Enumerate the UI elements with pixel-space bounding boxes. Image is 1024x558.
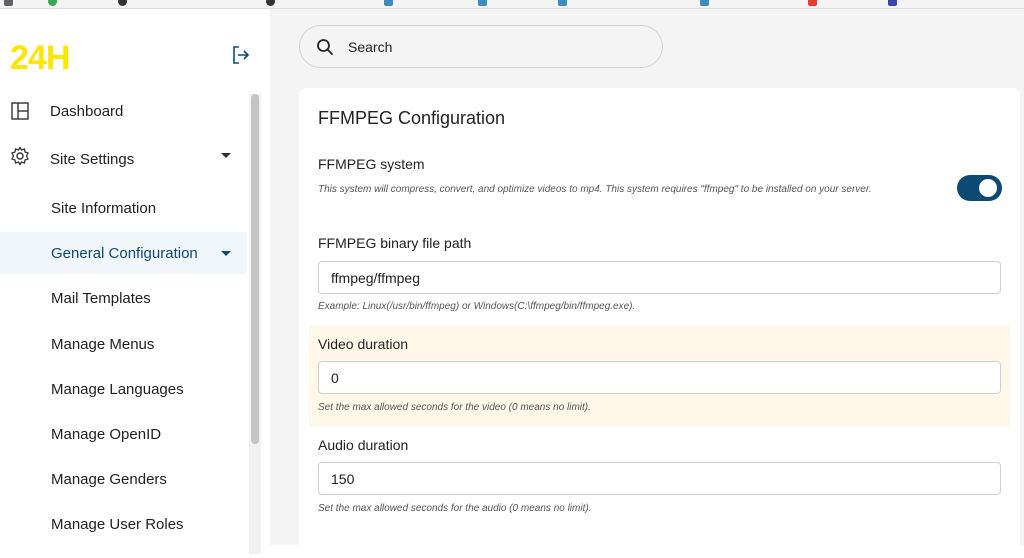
binary-path-label: FFMPEG binary file path [318,235,472,251]
bookmark-icon[interactable] [266,0,275,6]
browser-bookmark-bar [0,0,1024,9]
sidebar-scrollbar-thumb[interactable] [251,94,259,444]
sidebar-item-label: Manage Genders [51,471,167,488]
bookmark-icon[interactable] [700,0,709,6]
sidebar-item-site-settings[interactable]: Site Settings [0,134,247,184]
ffmpeg-system-help: This system will compress, convert, and … [318,184,872,195]
sidebar-collapse-button[interactable] [228,42,254,68]
app-logo[interactable]: 24H [10,39,70,78]
sidebar-item-site-information[interactable]: Site Information [0,184,247,232]
sidebar-item-manage-menus[interactable]: Manage Menus [0,322,247,367]
search-placeholder: Search [348,39,393,55]
sidebar-item-label: Mail Templates [51,289,151,307]
dashboard-layout-icon [11,102,29,120]
video-duration-help: Set the max allowed seconds for the vide… [318,402,591,413]
bookmark-icon[interactable] [558,0,567,6]
gear-icon [11,146,29,166]
chevron-down-icon [221,153,231,158]
sidebar-item-mail-templates[interactable]: Mail Templates [0,274,247,322]
binary-path-help: Example: Linux(/usr/bin/ffmpeg) or Windo… [318,301,636,312]
ffmpeg-config-card: FFMPEG Configuration FFMPEG system This … [299,88,1020,558]
bookmark-icon[interactable] [384,0,393,6]
sidebar-item-manage-languages[interactable]: Manage Languages [0,367,247,412]
ffmpeg-system-toggle[interactable] [957,175,1002,201]
bookmark-icon[interactable] [808,0,817,6]
sidebar-item-label: Manage Menus [51,336,155,353]
sidebar-item-general-configuration[interactable]: General Configuration [0,232,247,274]
logout-arrow-icon [233,46,250,64]
toggle-knob [979,179,997,197]
sidebar-item-dashboard[interactable]: Dashboard [0,89,247,134]
sidebar-nav: Dashboard Site Settings Site Information… [0,89,247,547]
page-title: FFMPEG Configuration [318,108,506,128]
bookmark-icon[interactable] [478,0,487,6]
audio-duration-help: Set the max allowed seconds for the audi… [318,503,592,514]
audio-duration-field[interactable]: 150 [318,462,1001,495]
sidebar-item-label: Manage OpenID [51,426,162,443]
bookmark-icon[interactable] [48,0,57,6]
chevron-down-icon [221,251,231,256]
sidebar-item-label: General Configuration [51,244,198,262]
ffmpeg-system-label: FFMPEG system [318,156,425,172]
sidebar-item-label: Site Settings [50,150,135,168]
sidebar-item-label: Site Information [51,199,157,217]
search-icon [317,39,333,55]
content-gutter [270,9,298,545]
search-input[interactable]: Search [299,25,663,68]
sidebar-item-label: Manage User Roles [51,516,184,533]
video-duration-field[interactable]: 0 [318,361,1001,394]
video-duration-label: Video duration [318,336,409,352]
main-content: Search FFMPEG Configuration FFMPEG syste… [298,9,1024,558]
binary-path-field[interactable]: ffmpeg/ffmpeg [318,261,1001,294]
sidebar-item-label: Manage Languages [51,381,184,398]
sidebar-item-manage-user-roles[interactable]: Manage User Roles [0,502,247,547]
sidebar-scrollbar[interactable] [249,94,261,554]
sidebar-item-manage-genders[interactable]: Manage Genders [0,457,247,502]
sidebar: 24H Dashboard Site Settings Site Informa… [0,9,270,554]
bookmark-icon[interactable] [888,0,897,6]
audio-duration-label: Audio duration [318,437,409,453]
sidebar-item-label: Dashboard [50,103,124,120]
sidebar-item-manage-openid[interactable]: Manage OpenID [0,412,247,457]
bookmark-icon[interactable] [4,0,13,6]
bookmark-icon[interactable] [118,0,127,6]
